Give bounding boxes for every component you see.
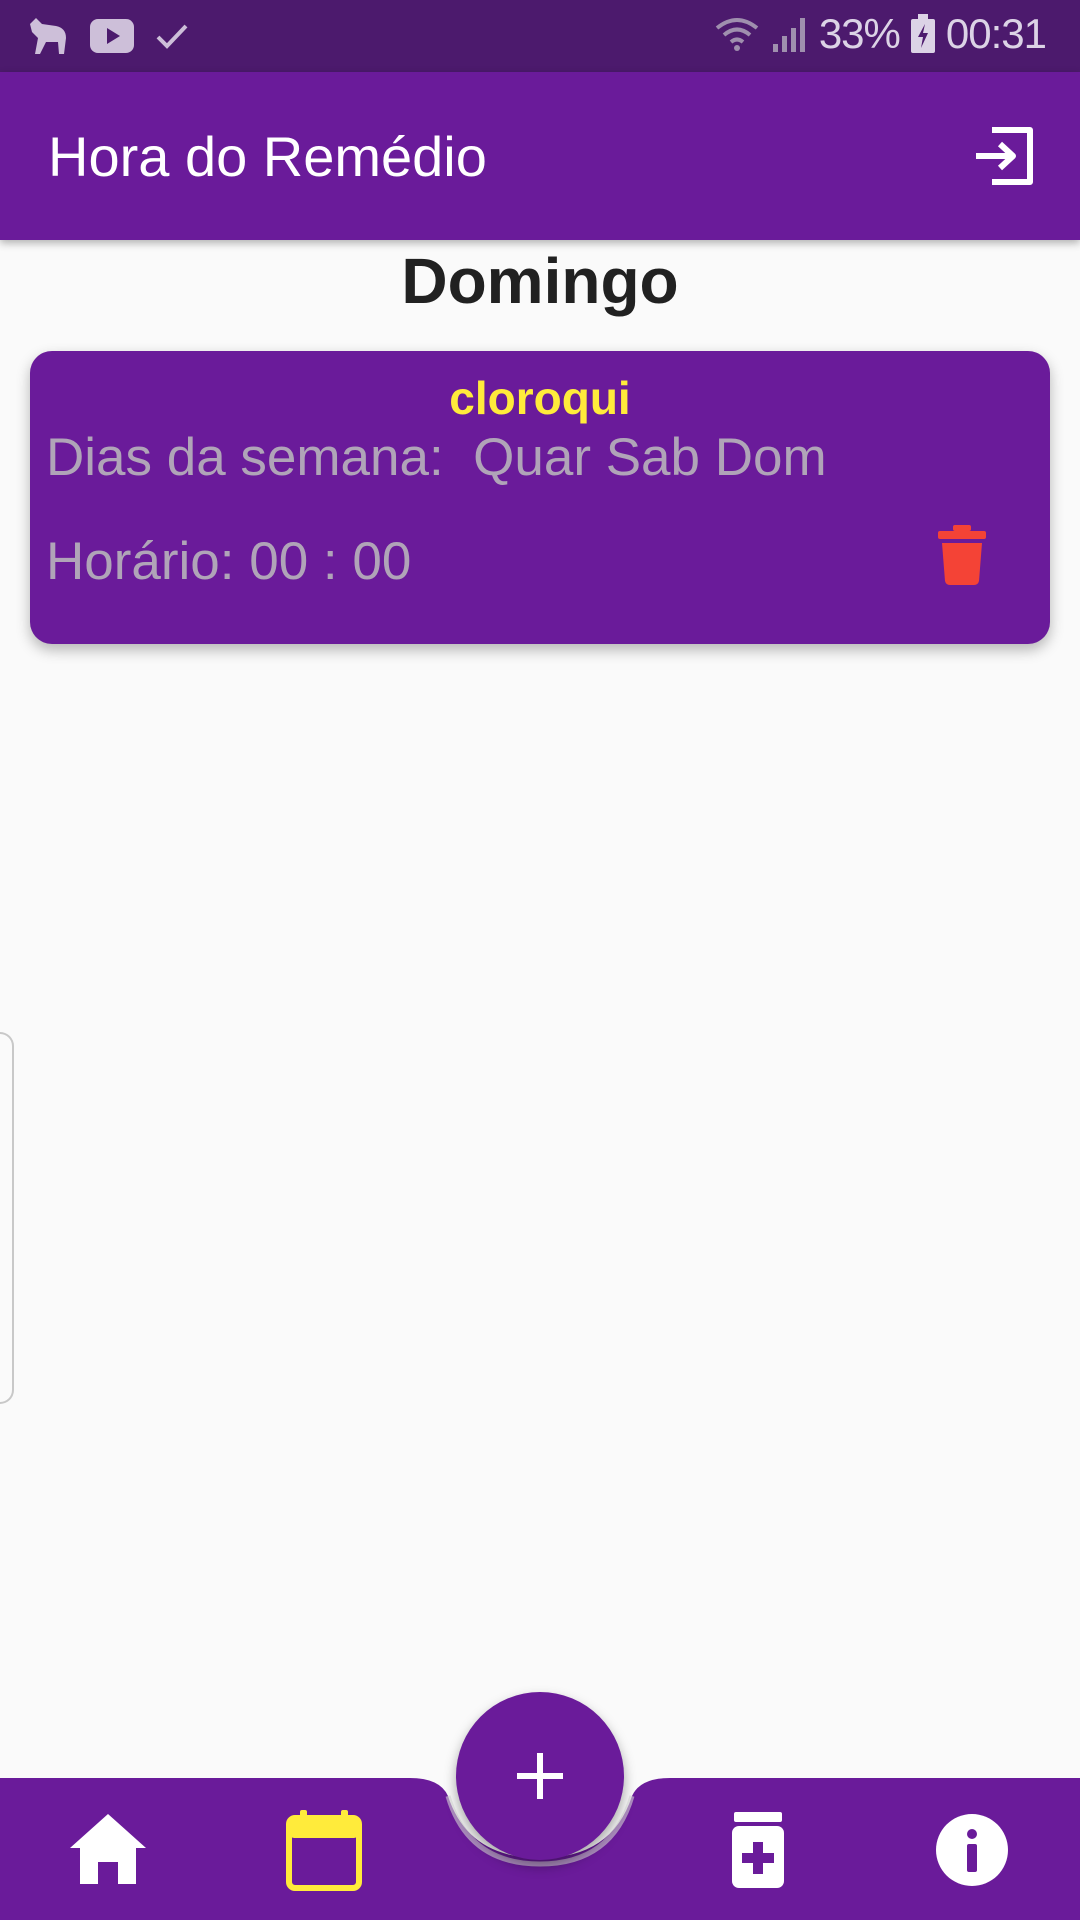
medicine-name: cloroqui [449, 372, 631, 424]
status-bar: 33% 00:31 [0, 0, 1080, 72]
time-text: Horário: 00 : 00 [46, 532, 412, 591]
app-bar: Hora do Remédio [0, 72, 1080, 240]
calendar-icon[interactable] [282, 1808, 366, 1892]
trash-icon[interactable] [936, 525, 988, 585]
status-right: 33% 00:31 [713, 10, 1047, 58]
battery-percent: 33% [818, 10, 901, 57]
check-icon [156, 24, 188, 49]
add-reminder-button[interactable] [456, 1692, 624, 1860]
status-left-icons [26, 14, 190, 58]
app-title: Hora do Remédio [48, 125, 487, 188]
home-icon[interactable] [66, 1808, 150, 1892]
reminder-card[interactable]: cloroqui Dias da semana: Quar Sab Dom Ho… [30, 351, 1050, 644]
battery-icon [910, 14, 935, 53]
youtube-icon [90, 19, 134, 53]
info-icon[interactable] [930, 1808, 1014, 1892]
edge-panel-handle[interactable] [0, 1032, 14, 1404]
exit-icon[interactable] [970, 122, 1038, 190]
plus-icon [517, 1753, 563, 1799]
screen: 33% 00:31 Hora do Remédio Domingo cloroq… [0, 0, 1080, 1920]
signal-icon [772, 18, 805, 52]
medicine-icon[interactable] [716, 1808, 800, 1892]
week-days-text: Dias da semana: Quar Sab Dom [46, 428, 827, 487]
pet-app-icon [30, 18, 66, 54]
clock: 00:31 [945, 10, 1047, 57]
wifi-icon [715, 18, 759, 51]
day-title: Domingo [401, 245, 679, 317]
